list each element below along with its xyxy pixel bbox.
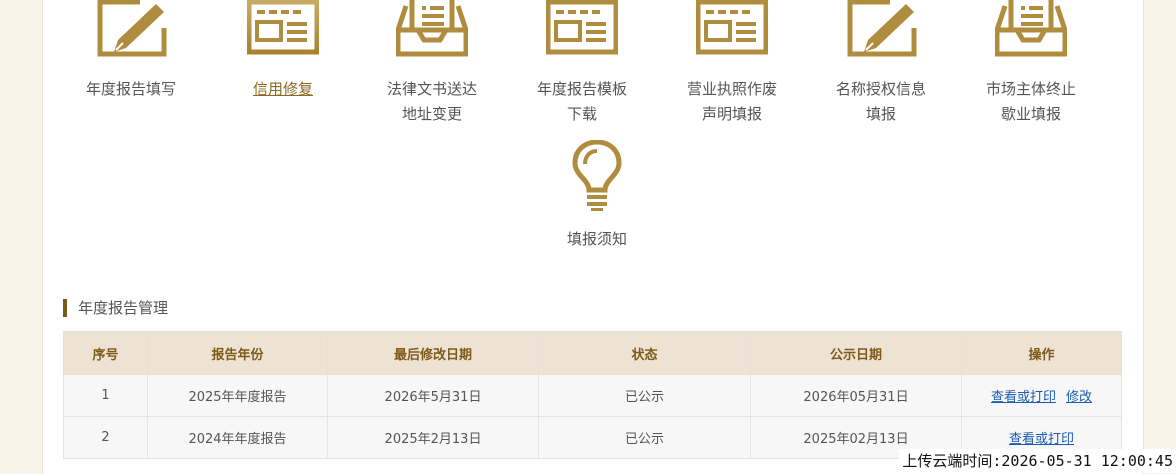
tile-label-line: 地址变更 (401, 105, 462, 123)
tile-label-line: 年度报告模板 (536, 80, 627, 98)
cell-status: 已公示 (538, 416, 751, 459)
inbox-tray-icon (995, 0, 1067, 57)
document-icon (546, 0, 618, 55)
tile-label-line: 声明填报 (701, 105, 762, 123)
tile-label-line: 歇业填报 (1000, 105, 1061, 123)
tile-label-line: 年度报告填写 (85, 80, 176, 98)
column-header-index: 序号 (63, 331, 148, 375)
tile-label-line: 营业执照作废 (686, 80, 777, 98)
column-header-modified: 最后修改日期 (327, 331, 539, 375)
table-row: 1 2025年年度报告 2026年5月31日 已公示 2026年05月31日 查… (63, 374, 1122, 417)
cell-published: 2026年05月31日 (750, 374, 962, 417)
lightbulb-icon (572, 140, 622, 211)
tile-label-line: 下载 (566, 105, 597, 123)
cell-index: 1 (63, 374, 148, 417)
cell-year: 2025年年度报告 (147, 374, 328, 417)
cell-year: 2024年年度报告 (147, 416, 328, 459)
tile-label-line: 填报须知 (566, 230, 627, 248)
annual-report-table: 序号 报告年份 最后修改日期 状态 公示日期 操作 1 2025年年度报告 20… (63, 331, 1122, 459)
edit-link[interactable]: 修改 (1066, 390, 1092, 405)
column-header-status: 状态 (538, 331, 751, 375)
view-print-link[interactable]: 查看或打印 (991, 390, 1056, 405)
pencil-form-icon (97, 0, 167, 57)
tile-label-line: 市场主体终止 (985, 80, 1076, 98)
view-print-link[interactable]: 查看或打印 (1009, 432, 1074, 447)
tile-label-line: 填报 (865, 105, 896, 123)
cell-index: 2 (63, 416, 148, 459)
upload-timestamp: 上传云端时间:2026-05-31 12:00:45 (899, 449, 1176, 473)
column-header-published: 公示日期 (750, 331, 962, 375)
column-header-year: 报告年份 (147, 331, 328, 375)
cell-modified: 2026年5月31日 (327, 374, 539, 417)
column-header-actions: 操作 (961, 331, 1122, 375)
tile-label-line: 信用修复 (252, 80, 313, 98)
document-icon (696, 0, 768, 55)
cell-status: 已公示 (538, 374, 751, 417)
pencil-form-icon (847, 0, 917, 57)
table-header-row: 序号 报告年份 最后修改日期 状态 公示日期 操作 (63, 331, 1122, 375)
document-icon (247, 0, 319, 55)
cell-actions: 查看或打印 修改 (961, 374, 1122, 417)
inbox-tray-icon (396, 0, 468, 57)
cell-modified: 2025年2月13日 (327, 416, 539, 459)
section-title: 年度报告管理 (63, 299, 168, 317)
tile-label-line: 名称授权信息 (835, 80, 926, 98)
tile-label-line: 法律文书送达 (386, 80, 477, 98)
